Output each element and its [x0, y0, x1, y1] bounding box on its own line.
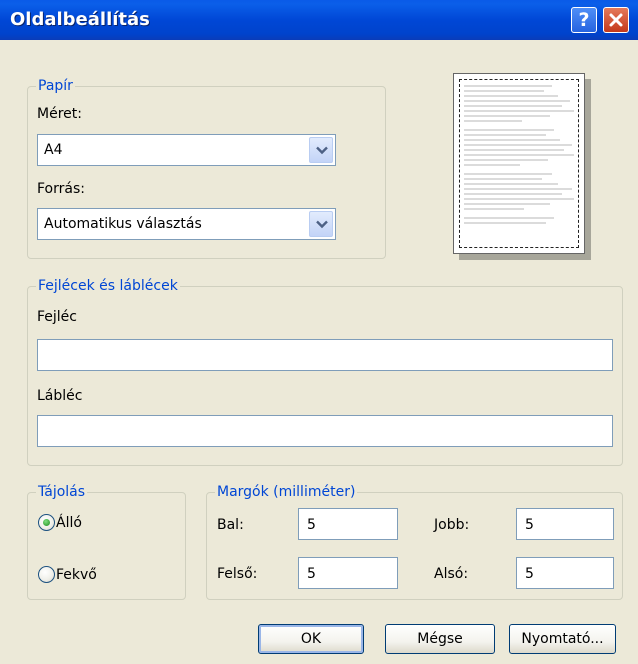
top-margin-label: Felső:	[217, 566, 258, 582]
paper-source-select[interactable]: Automatikus választás	[37, 208, 336, 240]
portrait-label[interactable]: Álló	[56, 514, 82, 532]
preview-text-lines	[464, 85, 574, 224]
printer-button[interactable]: Nyomtató...	[509, 624, 616, 654]
right-margin-label: Jobb:	[434, 517, 470, 533]
close-x-icon	[609, 13, 623, 27]
right-margin-input[interactable]: 5	[516, 508, 614, 540]
footer-input[interactable]	[37, 415, 613, 447]
orientation-group: Tájolás	[27, 482, 186, 600]
margins-legend: Margók (milliméter)	[215, 482, 358, 502]
top-margin-value: 5	[307, 566, 316, 582]
footer-label: Lábléc	[37, 388, 83, 404]
paper-size-select[interactable]: A4	[37, 134, 336, 166]
chevron-down-icon	[316, 220, 328, 229]
bottom-margin-value: 5	[525, 566, 534, 582]
close-button[interactable]	[603, 7, 629, 33]
question-icon: ?	[578, 9, 590, 31]
left-margin-label: Bal:	[217, 517, 244, 533]
landscape-label[interactable]: Fekvő	[56, 566, 97, 584]
headers-footers-legend: Fejlécek és láblécek	[36, 276, 180, 296]
page-setup-dialog: Oldalbeállítás ? Papír Méret: A4 Forrás:…	[0, 0, 638, 664]
paper-size-value: A4	[44, 142, 63, 158]
size-label: Méret:	[37, 106, 82, 122]
bottom-margin-label: Alsó:	[434, 566, 469, 582]
title-bar[interactable]: Oldalbeállítás ?	[0, 0, 638, 40]
header-input[interactable]	[37, 339, 613, 371]
chevron-down-icon	[316, 146, 328, 155]
orientation-legend: Tájolás	[36, 482, 88, 502]
page-preview-margins	[459, 79, 579, 248]
radio-selected-dot	[43, 519, 50, 526]
paper-source-value: Automatikus választás	[44, 216, 202, 232]
top-margin-input[interactable]: 5	[298, 557, 398, 589]
bottom-margin-input[interactable]: 5	[516, 557, 614, 589]
landscape-radio[interactable]	[38, 566, 55, 583]
portrait-radio[interactable]	[38, 514, 55, 531]
paper-source-dropdown-button[interactable]	[309, 211, 333, 237]
window-title: Oldalbeállítás	[10, 9, 150, 30]
help-button[interactable]: ?	[571, 7, 597, 33]
cancel-button[interactable]: Mégse	[385, 624, 495, 654]
ok-button[interactable]: OK	[258, 624, 364, 654]
paper-size-dropdown-button[interactable]	[309, 137, 333, 163]
page-preview	[453, 73, 585, 254]
header-label: Fejléc	[37, 309, 77, 325]
left-margin-input[interactable]: 5	[298, 508, 398, 540]
right-margin-value: 5	[525, 517, 534, 533]
left-margin-value: 5	[307, 517, 316, 533]
paper-legend: Papír	[36, 76, 75, 96]
source-label: Forrás:	[37, 181, 85, 197]
